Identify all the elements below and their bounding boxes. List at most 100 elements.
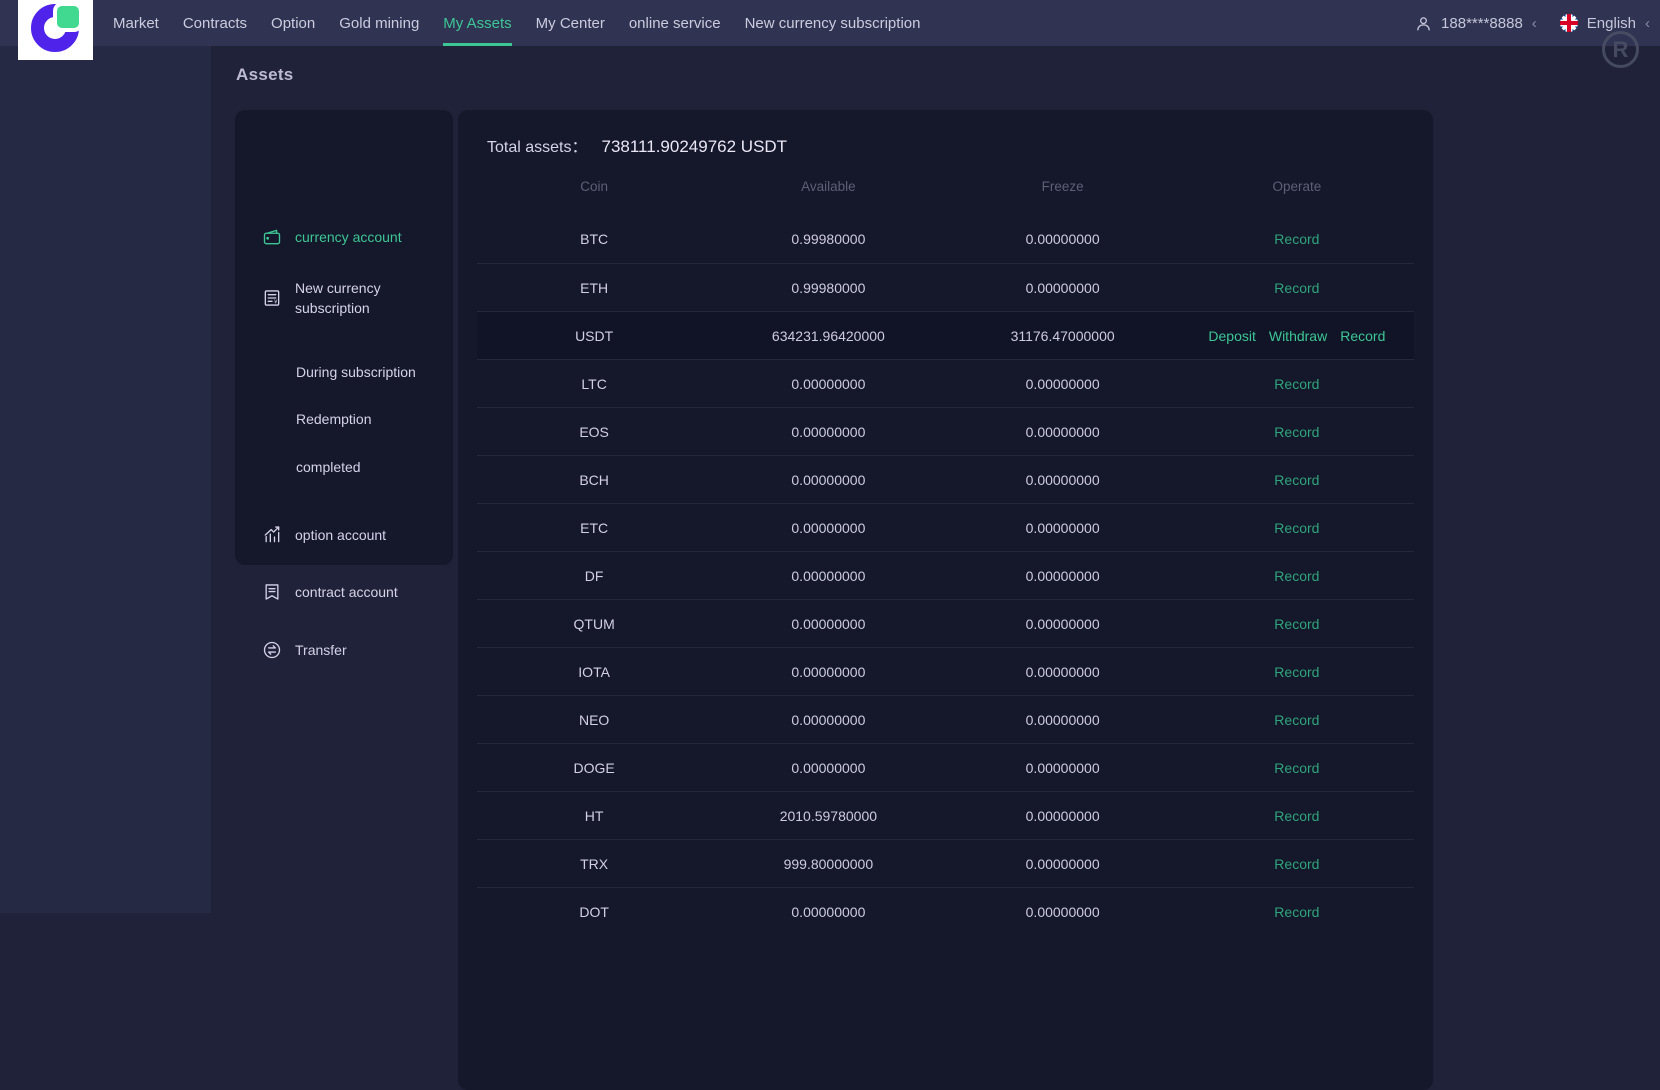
operate-cell: Record — [1180, 424, 1414, 440]
record-link[interactable]: Record — [1274, 856, 1319, 872]
table-row-eos: EOS 0.00000000 0.00000000 Record — [477, 407, 1414, 455]
table-row-dot: DOT 0.00000000 0.00000000 Record — [477, 887, 1414, 935]
record-link[interactable]: Record — [1274, 231, 1319, 247]
sidebar-item-transfer[interactable]: Transfer — [262, 640, 347, 660]
language-chevron-icon[interactable]: ‹ — [1645, 16, 1650, 31]
contract-doc-icon — [262, 582, 282, 602]
sidebar-item-during-subscription[interactable]: During subscription — [296, 362, 416, 382]
record-link[interactable]: Record — [1274, 280, 1319, 296]
nav-item-my-assets[interactable]: My Assets — [443, 0, 512, 46]
app-logo[interactable] — [18, 0, 93, 60]
table-row-btc: BTC 0.99980000 0.00000000 Record — [477, 215, 1414, 263]
available-cell: 0.00000000 — [791, 423, 866, 440]
operate-cell: Record — [1180, 280, 1414, 296]
table-row-trx: TRX 999.80000000 0.00000000 Record — [477, 839, 1414, 887]
nav-item-market[interactable]: Market — [113, 0, 159, 46]
operate-cell: Record — [1180, 664, 1414, 680]
sidebar-item-currency-account[interactable]: currency account — [262, 227, 402, 247]
nav-item-option[interactable]: Option — [271, 0, 315, 46]
operate-cell: Record — [1180, 712, 1414, 728]
freeze-cell: 31176.47000000 — [1010, 327, 1115, 344]
available-cell: 0.00000000 — [791, 903, 866, 920]
coin-cell: DOGE — [573, 759, 615, 776]
available-cell: 0.00000000 — [791, 375, 866, 392]
table-row-bch: BCH 0.00000000 0.00000000 Record — [477, 455, 1414, 503]
table-row-df: DF 0.00000000 0.00000000 Record — [477, 551, 1414, 599]
sidebar-item-label: During subscription — [296, 364, 416, 380]
freeze-cell: 0.00000000 — [1025, 615, 1100, 632]
chart-growth-icon — [262, 525, 282, 545]
table-row-usdt: USDT 634231.96420000 31176.47000000 Deposit… — [477, 311, 1414, 359]
nav-item-new-currency-subscription[interactable]: New currency subscription — [745, 0, 921, 46]
freeze-cell: 0.00000000 — [1025, 471, 1100, 488]
uk-flag-icon[interactable] — [1559, 14, 1578, 32]
sidebar-item-new-currency-subscription[interactable]: ¥ New currency subscription — [262, 278, 412, 318]
operate-cell: Deposit Withdraw Record — [1180, 328, 1414, 344]
phone-chevron-icon[interactable]: ‹ — [1532, 16, 1537, 31]
table-row-iota: IOTA 0.00000000 0.00000000 Record — [477, 647, 1414, 695]
sidebar-item-label: Redemption — [296, 411, 372, 427]
subscription-doc-icon: ¥ — [262, 288, 282, 308]
operate-cell: Record — [1180, 568, 1414, 584]
coin-cell: NEO — [578, 711, 610, 728]
available-cell: 0.00000000 — [791, 519, 866, 536]
available-cell: 999.80000000 — [783, 855, 874, 872]
available-cell: 2010.59780000 — [779, 807, 878, 824]
sidebar-item-option-account[interactable]: option account — [262, 525, 386, 545]
column-header-freeze: Freeze — [1041, 178, 1084, 194]
available-cell: 634231.96420000 — [771, 327, 885, 344]
sidebar-item-label: currency account — [295, 229, 402, 245]
operate-cell: Record — [1180, 231, 1414, 247]
table-row-qtum: QTUM 0.00000000 0.00000000 Record — [477, 599, 1414, 647]
record-link[interactable]: Record — [1274, 616, 1319, 632]
table-row-ltc: LTC 0.00000000 0.00000000 Record — [477, 359, 1414, 407]
freeze-cell: 0.00000000 — [1025, 807, 1100, 824]
sidebar-item-completed[interactable]: completed — [296, 457, 361, 477]
available-cell: 0.99980000 — [791, 231, 866, 247]
freeze-cell: 0.00000000 — [1025, 231, 1100, 247]
withdraw-link[interactable]: Withdraw — [1269, 328, 1327, 344]
assets-table: Coin Available Freeze Operate BTC 0.99980000… — [477, 157, 1414, 935]
nav-item-contracts[interactable]: Contracts — [183, 0, 247, 46]
record-link[interactable]: Record — [1274, 808, 1319, 824]
freeze-cell: 0.00000000 — [1025, 903, 1100, 920]
logo-square-icon — [57, 6, 79, 28]
sidebar-item-contract-account[interactable]: contract account — [262, 582, 398, 602]
record-link[interactable]: Record — [1340, 328, 1385, 344]
coin-cell: DOT — [579, 903, 609, 920]
record-link[interactable]: Record — [1274, 664, 1319, 680]
sidebar-item-redemption[interactable]: Redemption — [296, 409, 372, 429]
sidebar-item-label: Transfer — [295, 642, 347, 658]
wallet-icon — [262, 227, 282, 247]
record-link[interactable]: Record — [1274, 760, 1319, 776]
language-label[interactable]: English — [1587, 15, 1636, 32]
freeze-cell: 0.00000000 — [1025, 663, 1100, 680]
record-link[interactable]: Record — [1274, 568, 1319, 584]
coin-cell: EOS — [579, 423, 609, 440]
freeze-cell: 0.00000000 — [1025, 519, 1100, 536]
record-link[interactable]: Record — [1274, 904, 1319, 920]
coin-cell: BTC — [580, 231, 609, 247]
record-link[interactable]: Record — [1274, 376, 1319, 392]
nav-item-online-service[interactable]: online service — [629, 0, 721, 46]
assets-panel: Total assets： 738111.90249762 USDT Coin Av… — [458, 110, 1433, 1090]
coin-cell: TRX — [580, 855, 609, 872]
sidebar-item-label: option account — [295, 527, 387, 543]
table-row-ht: HT 2010.59780000 0.00000000 Record — [477, 791, 1414, 839]
nav-item-my-center[interactable]: My Center — [536, 0, 605, 46]
top-nav: Market Contracts Option Gold mining My Asset… — [0, 0, 1660, 60]
user-phone[interactable]: 188****8888 — [1441, 15, 1523, 32]
column-header-operate: Operate — [1272, 178, 1322, 194]
nav-item-gold-mining[interactable]: Gold mining — [339, 0, 419, 46]
record-link[interactable]: Record — [1274, 472, 1319, 488]
table-header: Coin Available Freeze Operate — [477, 157, 1414, 215]
coin-cell: IOTA — [578, 663, 610, 680]
deposit-link[interactable]: Deposit — [1208, 328, 1255, 344]
table-row-etc: ETC 0.00000000 0.00000000 Record — [477, 503, 1414, 551]
table-row-doge: DOGE 0.00000000 0.00000000 Record — [477, 743, 1414, 791]
record-link[interactable]: Record — [1274, 424, 1319, 440]
record-link[interactable]: Record — [1274, 520, 1319, 536]
total-assets-line: Total assets： 738111.90249762 USDT — [458, 110, 1433, 157]
record-link[interactable]: Record — [1274, 712, 1319, 728]
sidebar-item-label: New currency subscription — [295, 280, 381, 316]
